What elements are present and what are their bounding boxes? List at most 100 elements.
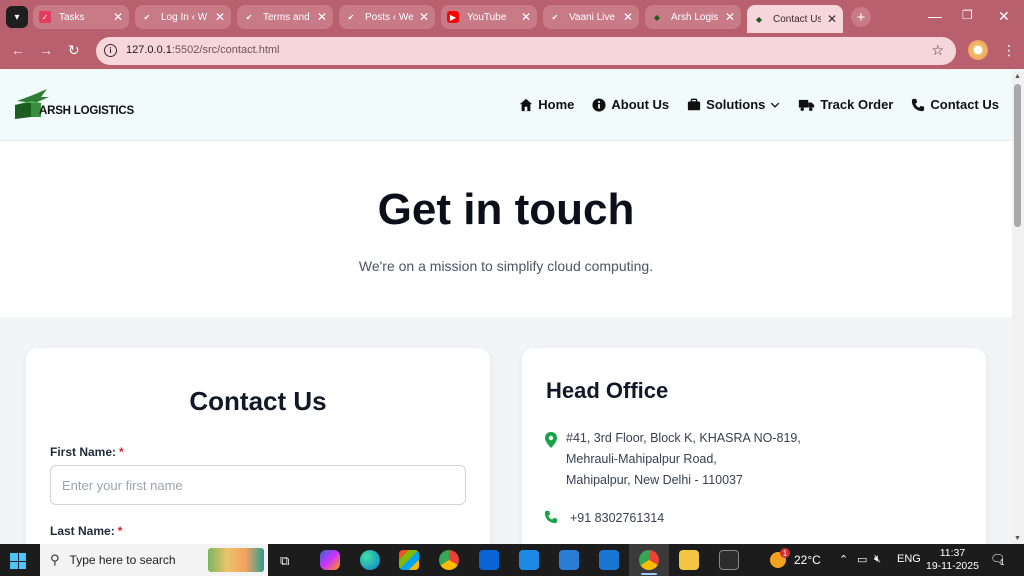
address-bar[interactable]: i 127.0.0.1:5502/src/contact.html ☆: [96, 37, 956, 65]
copilot-icon[interactable]: [320, 550, 340, 570]
tasks-icon: ✓: [39, 11, 51, 23]
new-tab-button[interactable]: +: [851, 7, 871, 27]
browser-toolbar: ← → ↻ i 127.0.0.1:5502/src/contact.html …: [0, 33, 1024, 69]
reload-icon[interactable]: ↻: [68, 42, 80, 59]
tab-posts[interactable]: ✔ Posts ‹ We ✕: [339, 5, 435, 29]
chrome-icon[interactable]: [439, 550, 459, 570]
bookmark-star-icon[interactable]: ☆: [931, 42, 944, 59]
terminal-icon[interactable]: [719, 550, 739, 570]
close-icon[interactable]: ✕: [521, 10, 531, 24]
phone-icon: [912, 98, 925, 111]
notification-count: 1: [1000, 558, 1005, 567]
tab-arsh-logistics[interactable]: ◆ Arsh Logis ✕: [645, 5, 741, 29]
tab-title: Contact Us: [773, 13, 821, 25]
site-logo[interactable]: ARSH LOGISTICS: [13, 87, 134, 121]
close-window-icon[interactable]: ✕: [998, 8, 1010, 25]
nav-track-order[interactable]: Track Order: [798, 97, 893, 112]
office-address: #41, 3rd Floor, Block K, KHASRA NO-819, …: [566, 428, 801, 491]
tab-title: Tasks: [59, 11, 85, 23]
back-icon[interactable]: ←: [11, 42, 25, 58]
checkmark-logo-icon: ✔: [245, 12, 253, 22]
clock-time: 11:37: [939, 547, 966, 559]
nav-contact-us[interactable]: Contact Us: [911, 97, 999, 112]
close-icon[interactable]: ✕: [113, 10, 123, 24]
file-explorer-icon[interactable]: [679, 550, 699, 570]
main-nav: Home About Us Solutions Track Order Cont…: [519, 97, 999, 112]
truck-icon: [799, 99, 815, 111]
close-icon[interactable]: ✕: [419, 10, 429, 24]
home-icon: [520, 98, 533, 111]
nav-label: About Us: [611, 97, 670, 112]
close-icon[interactable]: ✕: [623, 10, 633, 24]
tab-contact-us[interactable]: ◆ Contact Us ✕: [747, 5, 843, 33]
location-pin-icon: [545, 432, 557, 448]
weather-widget[interactable]: 1 22°C: [770, 548, 821, 568]
profile-avatar[interactable]: [968, 40, 988, 60]
nav-label: Solutions: [706, 97, 766, 112]
office-phone[interactable]: +91 8302761314: [570, 511, 664, 525]
tab-tasks[interactable]: ✓ Tasks ✕: [33, 5, 129, 29]
network-icon[interactable]: ▭: [857, 553, 867, 566]
tab-terms[interactable]: ✔ Terms and ✕: [237, 5, 333, 29]
site-header: ARSH LOGISTICS Home About Us Solutions T…: [0, 70, 1012, 140]
chevron-down-icon: [771, 102, 780, 108]
last-name-label: Last Name: *: [50, 524, 122, 538]
menu-kebab-icon[interactable]: ⋮: [1002, 42, 1016, 59]
close-icon[interactable]: ✕: [317, 10, 327, 24]
tab-title: YouTube: [467, 11, 507, 23]
nav-label: Track Order: [820, 97, 894, 112]
nav-label: Home: [538, 97, 575, 112]
nav-about-us[interactable]: About Us: [592, 97, 669, 112]
site-info-icon[interactable]: i: [104, 44, 117, 57]
os-taskbar: ⚲ Type here to search ⧉ 1 22°C ⌃ ▭ 🔇︎ EN…: [0, 544, 1024, 576]
close-icon[interactable]: ✕: [725, 10, 735, 24]
chrome-icon[interactable]: [639, 550, 659, 570]
active-app-indicator: [641, 573, 657, 575]
volume-muted-icon[interactable]: 🔇︎: [874, 553, 881, 566]
tab-login[interactable]: ✔ Log In ‹ W ✕: [135, 5, 231, 29]
youtube-icon: ▶: [447, 11, 459, 23]
scroll-up-icon[interactable]: ▲: [1014, 73, 1021, 80]
store-icon[interactable]: [399, 550, 419, 570]
close-icon[interactable]: ✕: [827, 12, 837, 26]
taskbar-search[interactable]: ⚲ Type here to search: [40, 544, 268, 576]
pdf-viewer-icon[interactable]: [599, 550, 619, 570]
chevron-up-icon[interactable]: ⌃: [839, 553, 848, 566]
nav-solutions[interactable]: Solutions: [687, 97, 780, 112]
close-icon[interactable]: ✕: [215, 10, 225, 24]
tab-title: Terms and: [263, 11, 310, 23]
tab-vaani-live[interactable]: ✔ Vaani Live ✕: [543, 5, 639, 29]
address-url: 127.0.0.1:5502/src/contact.html: [126, 44, 280, 56]
arsh-logo-icon: ◆: [755, 14, 763, 24]
outlook-icon[interactable]: [479, 550, 499, 570]
tab-youtube[interactable]: ▶ YouTube ✕: [441, 5, 537, 29]
mail-icon[interactable]: [519, 550, 539, 570]
info-icon: [592, 97, 606, 112]
weather-badge: 1: [780, 548, 790, 558]
restore-icon[interactable]: ❐: [962, 8, 973, 22]
edge-icon[interactable]: [360, 550, 380, 570]
system-clock[interactable]: 11:37 19-11-2025: [926, 547, 979, 573]
logo-text: ARSH LOGISTICS: [39, 105, 134, 117]
tab-title: Arsh Logis: [671, 11, 719, 23]
address-line: #41, 3rd Floor, Block K, KHASRA NO-819,: [566, 431, 801, 445]
first-name-input[interactable]: [50, 465, 466, 505]
scroll-down-icon[interactable]: ▼: [1014, 535, 1021, 542]
page-title: Get in touch: [377, 185, 635, 234]
phone-icon: [544, 510, 558, 524]
task-view-icon[interactable]: ⧉: [280, 553, 289, 569]
minimize-icon[interactable]: —: [928, 8, 942, 24]
head-office-card: Head Office #41, 3rd Floor, Block K, KHA…: [522, 348, 986, 568]
forward-icon[interactable]: →: [39, 42, 53, 58]
nav-home[interactable]: Home: [519, 97, 574, 112]
address-line: Mehrauli-Mahipalpur Road,: [566, 452, 717, 466]
scrollbar-thumb[interactable]: [1014, 84, 1021, 227]
page-subtitle: We're on a mission to simplify cloud com…: [358, 258, 654, 274]
head-office-title: Head Office: [546, 378, 669, 403]
windows-start-icon[interactable]: [10, 553, 26, 569]
tab-search-icon[interactable]: ▾: [6, 6, 28, 28]
last-name-label-text: Last Name:: [50, 524, 115, 538]
vscode-icon[interactable]: [559, 550, 579, 570]
briefcase-icon: [688, 98, 701, 110]
language-indicator[interactable]: ENG: [897, 553, 921, 565]
